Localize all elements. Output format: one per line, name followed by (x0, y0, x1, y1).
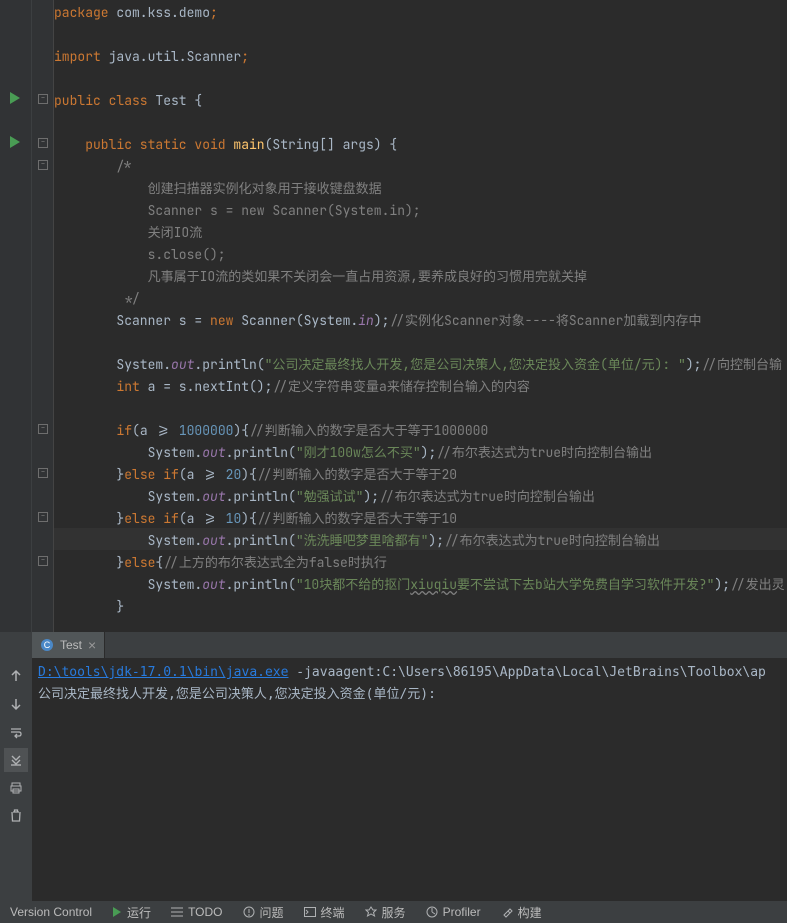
run-method-icon[interactable] (10, 136, 20, 148)
tab-label: Test (60, 638, 82, 652)
code-line: if(a >= 1000000){//判断输入的数字是否大于等于1000000 (54, 420, 488, 442)
code-line: System.out.println("勉强试试");//布尔表达式为true时… (54, 486, 595, 508)
svg-text:C: C (44, 640, 51, 650)
code-line: System.out.println("洗洗睡吧梦里啥都有");//布尔表达式为… (54, 530, 660, 552)
code-editor[interactable]: package com.kss.demo; import java.util.S… (54, 0, 787, 632)
console-panel: C Test × D:\tools\jdk-17.0.1\bin\java.ex… (0, 632, 787, 901)
profiler-button[interactable]: Profiler (416, 901, 491, 923)
clear-icon[interactable] (4, 804, 28, 828)
soft-wrap-icon[interactable] (4, 720, 28, 744)
services-icon (365, 906, 377, 918)
jdk-path-link[interactable]: D:\tools\jdk-17.0.1\bin\java.exe (38, 665, 288, 680)
code-line: /* (54, 156, 132, 178)
status-bar: Version Control 运行 TODO 问题 终端 服务 Profile… (0, 901, 787, 923)
code-line: }else if(a >= 20){//判断输入的数字是否大于等于20 (54, 464, 457, 486)
code-line: import java.util.Scanner; (54, 46, 249, 68)
play-icon (112, 907, 122, 917)
print-icon[interactable] (4, 776, 28, 800)
terminal-button[interactable]: 终端 (294, 901, 355, 923)
code-line: System.out.println("刚才100w怎么不买");//布尔表达式… (54, 442, 652, 464)
run-class-icon[interactable] (10, 92, 20, 104)
warning-icon (243, 906, 255, 918)
problems-button[interactable]: 问题 (233, 901, 294, 923)
fold-icon[interactable] (38, 512, 48, 522)
code-line: */ (54, 288, 140, 310)
code-line: public static void main(String[] args) { (54, 134, 397, 156)
fold-icon[interactable] (38, 468, 48, 478)
console-tab-row: C Test × (0, 632, 787, 658)
code-line: 关闭IO流 (54, 222, 202, 244)
code-line: }else{//上方的布尔表达式全为false时执行 (54, 552, 387, 574)
console-line: 公司决定最终找人开发,您是公司决策人,您决定投入资金(单位/元): (38, 684, 781, 706)
code-line: System.out.println("10块都不给的抠门xiuqiu要不尝试下… (54, 574, 785, 596)
code-line: } (54, 596, 124, 618)
fold-icon[interactable] (38, 138, 48, 148)
build-button[interactable]: 构建 (491, 901, 552, 923)
fold-icon[interactable] (38, 94, 48, 104)
console-line: D:\tools\jdk-17.0.1\bin\java.exe -javaag… (38, 662, 781, 684)
close-tab-icon[interactable]: × (88, 637, 96, 653)
version-control-button[interactable]: Version Control (0, 901, 102, 923)
code-line: System.out.println("公司决定最终找人开发,您是公司决策人,您… (54, 354, 782, 376)
class-icon: C (40, 638, 54, 652)
services-button[interactable]: 服务 (355, 901, 416, 923)
code-line: Scanner s = new Scanner(System.in); (54, 200, 421, 222)
code-line: 创建扫描器实例化对象用于接收键盘数据 (54, 178, 382, 200)
scroll-up-icon[interactable] (4, 664, 28, 688)
todo-button[interactable]: TODO (161, 901, 232, 923)
code-line: public class Test { (54, 90, 202, 112)
fold-icon[interactable] (38, 160, 48, 170)
scroll-down-icon[interactable] (4, 692, 28, 716)
terminal-icon (304, 907, 316, 917)
run-config-tab[interactable]: C Test × (32, 632, 105, 658)
run-button[interactable]: 运行 (102, 901, 161, 923)
fold-icon[interactable] (38, 424, 48, 434)
code-line: 凡事属于IO流的类如果不关闭会一直占用资源,要养成良好的习惯用完就关掉 (54, 266, 587, 288)
code-line: package com.kss.demo; (54, 2, 218, 24)
console-output[interactable]: D:\tools\jdk-17.0.1\bin\java.exe -javaag… (32, 658, 787, 901)
scroll-to-end-icon[interactable] (4, 748, 28, 772)
list-icon (171, 907, 183, 917)
code-line: s.close(); (54, 244, 226, 266)
hammer-icon (501, 906, 513, 918)
fold-icon[interactable] (38, 556, 48, 566)
console-toolbar (0, 658, 32, 901)
profiler-icon (426, 906, 438, 918)
code-line: int a = s.nextInt();//定义字符串变量a来储存控制台输入的内… (54, 376, 530, 398)
code-line: Scanner s = new Scanner(System.in);//实例化… (54, 310, 701, 332)
code-line: }else if(a >= 10){//判断输入的数字是否大于等于10 (54, 508, 457, 530)
